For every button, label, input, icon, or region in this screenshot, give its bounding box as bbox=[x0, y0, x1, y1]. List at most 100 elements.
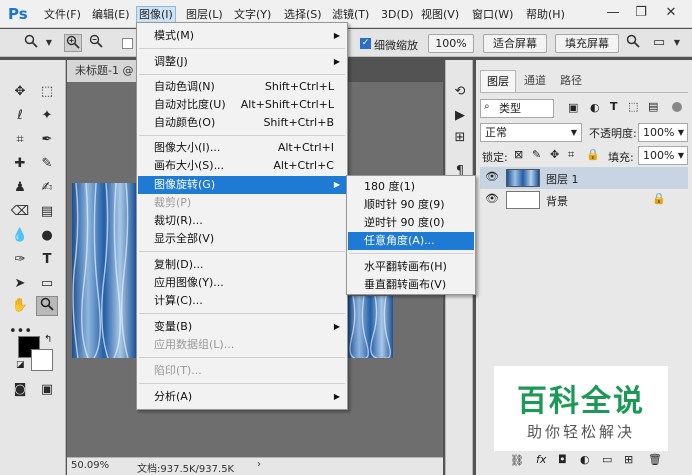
marquee-tool-icon[interactable]: ⬚ bbox=[36, 82, 58, 102]
crop-tool-icon[interactable]: ⌗ bbox=[9, 130, 31, 150]
menu-item-auto-color[interactable]: 自动颜色(O) Shift+Ctrl+B bbox=[138, 114, 346, 132]
lock-all-icon[interactable]: 🔒 bbox=[586, 148, 600, 161]
workspace-icon[interactable]: ▭ bbox=[650, 34, 668, 52]
blend-mode-select[interactable]: 正常 ▼ bbox=[480, 123, 582, 142]
stamp-tool-icon[interactable]: ♟ bbox=[9, 178, 31, 198]
restore-icon[interactable]: ❐ bbox=[632, 4, 650, 22]
submenu-item-rotate-ccw-90[interactable]: 逆时针 90 度(0) bbox=[348, 214, 474, 232]
new-group-icon[interactable]: ▭ bbox=[602, 453, 612, 466]
history-panel-icon[interactable]: ⟲ bbox=[449, 82, 471, 102]
default-colors-icon[interactable]: ◪ bbox=[16, 360, 25, 370]
move-tool-icon[interactable]: ✥ bbox=[9, 82, 31, 102]
pen-tool-icon[interactable]: ✑ bbox=[9, 250, 31, 270]
screen-mode-icon[interactable]: ▣ bbox=[36, 380, 58, 400]
pixel-filter-icon[interactable]: ▣ bbox=[568, 101, 578, 114]
submenu-item-arbitrary[interactable]: 任意角度(A)... bbox=[348, 232, 474, 250]
quick-mask-icon[interactable]: ◙ bbox=[9, 380, 31, 400]
minimize-icon[interactable]: — bbox=[604, 4, 622, 22]
link-layers-icon[interactable]: ⛓ bbox=[510, 454, 524, 467]
layer-row-2[interactable]: 👁 背景 🔒 bbox=[480, 189, 688, 211]
tab-paths[interactable]: 路径 bbox=[554, 70, 588, 92]
menu-view[interactable]: 视图(V) bbox=[421, 7, 459, 23]
eyedropper-tool-icon[interactable]: ✒ bbox=[36, 130, 58, 150]
background-color-swatch[interactable] bbox=[31, 349, 53, 371]
zoom-100-button[interactable]: 100% bbox=[428, 34, 474, 53]
lasso-tool-icon[interactable]: ℓ bbox=[9, 106, 31, 126]
menu-item-adjustments[interactable]: 调整(J) ▶ bbox=[138, 53, 346, 71]
resize-windows-checkbox[interactable] bbox=[122, 38, 133, 49]
lock-image-icon[interactable]: ✎ bbox=[532, 148, 541, 161]
layer-name[interactable]: 背景 bbox=[546, 193, 568, 209]
menu-window[interactable]: 窗口(W) bbox=[472, 7, 513, 23]
menu-3d[interactable]: 3D(D) bbox=[381, 7, 414, 23]
submenu-item-rotate-180[interactable]: 180 度(1) bbox=[348, 178, 474, 196]
gradient-tool-icon[interactable]: ▤ bbox=[36, 202, 58, 222]
type-tool-icon[interactable]: T bbox=[36, 250, 58, 270]
zoom-tool-icon[interactable] bbox=[22, 34, 40, 52]
menu-file[interactable]: 文件(F) bbox=[44, 7, 81, 23]
opacity-field[interactable]: 100% ▼ bbox=[638, 123, 688, 142]
swap-colors-icon[interactable]: ↰ bbox=[44, 334, 52, 345]
properties-panel-icon[interactable]: ⊞ bbox=[449, 128, 471, 148]
layer-name[interactable]: 图层 1 bbox=[546, 171, 579, 187]
status-arrow-icon[interactable]: › bbox=[257, 459, 261, 470]
lock-artboard-icon[interactable]: ⌗ bbox=[568, 148, 574, 162]
tab-layers[interactable]: 图层 bbox=[480, 70, 516, 92]
workspace-chevron-icon[interactable]: ▼ bbox=[668, 34, 686, 52]
menu-edit[interactable]: 编辑(E) bbox=[92, 7, 130, 23]
fill-field[interactable]: 100% ▼ bbox=[638, 146, 688, 165]
add-mask-icon[interactable]: ◘ bbox=[558, 453, 567, 466]
blur-tool-icon[interactable]: 💧 bbox=[9, 226, 31, 246]
menu-item-trim[interactable]: 裁切(R)... bbox=[138, 212, 346, 230]
menu-item-calculations[interactable]: 计算(C)... bbox=[138, 292, 346, 310]
brush-tool-icon[interactable]: ✎ bbox=[36, 154, 58, 174]
layer-row-1[interactable]: 👁 图层 1 bbox=[480, 167, 688, 189]
smart-object-filter-icon[interactable]: ▤ bbox=[648, 100, 658, 113]
close-icon[interactable]: ✕ bbox=[662, 4, 680, 22]
zoom-out-icon[interactable] bbox=[87, 34, 105, 52]
menu-help[interactable]: 帮助(H) bbox=[526, 7, 565, 23]
healing-tool-icon[interactable]: ✚ bbox=[9, 154, 31, 174]
fine-zoom-checkbox[interactable]: ✓ bbox=[360, 38, 371, 49]
delete-layer-icon[interactable]: 🗑 bbox=[648, 453, 662, 466]
zoom-in-icon[interactable] bbox=[64, 34, 82, 52]
menu-type[interactable]: 文字(Y) bbox=[234, 7, 271, 23]
fill-screen-button[interactable]: 填充屏幕 bbox=[555, 34, 619, 53]
type-filter-icon[interactable]: T bbox=[610, 100, 618, 113]
submenu-item-flip-vertical[interactable]: 垂直翻转画布(V) bbox=[348, 276, 474, 294]
zoom-level[interactable]: 50.09% bbox=[71, 460, 109, 471]
menu-layer[interactable]: 图层(L) bbox=[186, 7, 223, 23]
fit-screen-button[interactable]: 适合屏幕 bbox=[483, 34, 547, 53]
actions-play-icon[interactable]: ▶ bbox=[449, 106, 471, 126]
search-icon[interactable] bbox=[624, 34, 642, 52]
menu-item-canvas-size[interactable]: 画布大小(S)... Alt+Ctrl+C bbox=[138, 157, 346, 175]
menu-select[interactable]: 选择(S) bbox=[284, 7, 322, 23]
visibility-eye-icon[interactable]: 👁 bbox=[485, 170, 499, 183]
submenu-item-rotate-cw-90[interactable]: 顺时针 90 度(9) bbox=[348, 196, 474, 214]
filter-toggle-icon[interactable] bbox=[672, 102, 682, 112]
menu-item-auto-contrast[interactable]: 自动对比度(U) Alt+Shift+Ctrl+L bbox=[138, 96, 346, 114]
lock-position-icon[interactable]: ✥ bbox=[550, 148, 559, 161]
tab-channels[interactable]: 通道 bbox=[518, 70, 552, 92]
menu-item-image-rotation[interactable]: 图像旋转(G) ▶ bbox=[138, 176, 346, 194]
magic-wand-tool-icon[interactable]: ✦ bbox=[36, 106, 58, 126]
lock-transparency-icon[interactable]: ⊠ bbox=[514, 148, 523, 161]
history-brush-icon[interactable]: ✍ bbox=[36, 178, 58, 198]
submenu-item-flip-horizontal[interactable]: 水平翻转画布(H) bbox=[348, 258, 474, 276]
menu-item-mode[interactable]: 模式(M) ▶ bbox=[138, 27, 346, 45]
visibility-eye-icon[interactable]: 👁 bbox=[485, 192, 499, 205]
menu-item-auto-tone[interactable]: 自动色调(N) Shift+Ctrl+L bbox=[138, 78, 346, 96]
layer-kind-filter[interactable]: 类型 bbox=[480, 99, 554, 118]
adjustment-filter-icon[interactable]: ◐ bbox=[590, 101, 600, 114]
adjustment-layer-icon[interactable]: ◐ bbox=[580, 453, 590, 466]
chevron-down-icon[interactable]: ▼ bbox=[40, 34, 58, 52]
menu-item-image-size[interactable]: 图像大小(I)... Alt+Ctrl+I bbox=[138, 139, 346, 157]
eraser-tool-icon[interactable]: ⌫ bbox=[9, 202, 31, 222]
fx-icon[interactable]: fx bbox=[536, 453, 546, 466]
shape-tool-icon[interactable]: ▭ bbox=[36, 274, 58, 294]
zoom-tool-selected-icon[interactable] bbox=[36, 296, 58, 316]
menu-item-apply-image[interactable]: 应用图像(Y)... bbox=[138, 274, 346, 292]
menu-filter[interactable]: 滤镜(T) bbox=[332, 7, 369, 23]
shape-filter-icon[interactable]: ⬚ bbox=[628, 100, 638, 113]
menu-item-variables[interactable]: 变量(B) ▶ bbox=[138, 318, 346, 336]
